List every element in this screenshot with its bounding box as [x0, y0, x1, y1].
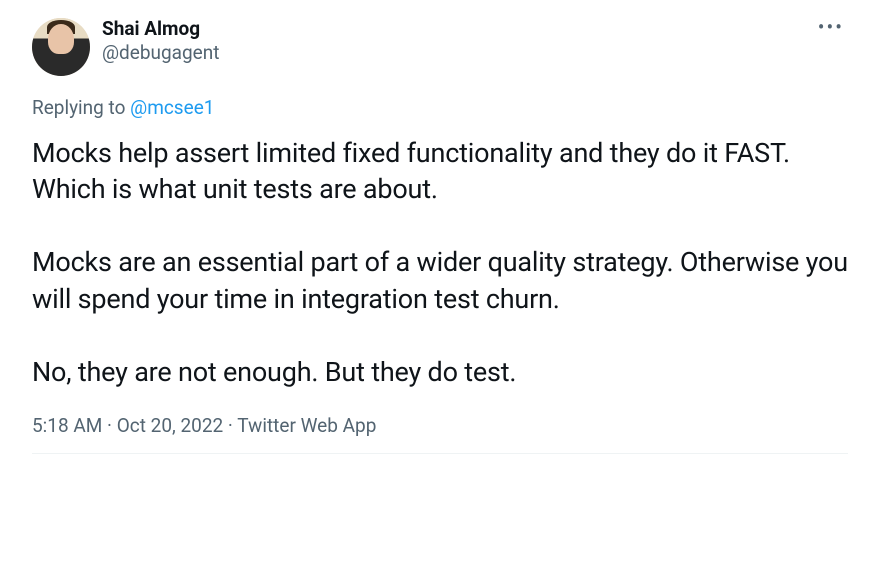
reply-target-link[interactable]: @mcsee1 [130, 96, 214, 119]
meta-separator: · [102, 414, 116, 437]
tweet-time[interactable]: 5:18 AM [32, 414, 102, 437]
more-icon[interactable]: ••• [814, 18, 848, 36]
tweet-meta: 5:18 AM · Oct 20, 2022 · Twitter Web App [32, 414, 848, 454]
tweet-header: Shai Almog @debugagent ••• [32, 18, 848, 76]
reply-context: Replying to @mcsee1 [32, 96, 848, 119]
avatar-image [32, 18, 90, 76]
user-handle[interactable]: @debugagent [102, 41, 802, 66]
tweet-body: Mocks help assert limited fixed function… [32, 135, 848, 390]
user-info: Shai Almog @debugagent [102, 18, 802, 65]
display-name[interactable]: Shai Almog [102, 18, 802, 41]
tweet-date[interactable]: Oct 20, 2022 [117, 414, 223, 437]
tweet-source[interactable]: Twitter Web App [237, 414, 376, 437]
reply-prefix: Replying to [32, 96, 130, 119]
avatar[interactable] [32, 18, 90, 76]
meta-separator: · [223, 414, 237, 437]
